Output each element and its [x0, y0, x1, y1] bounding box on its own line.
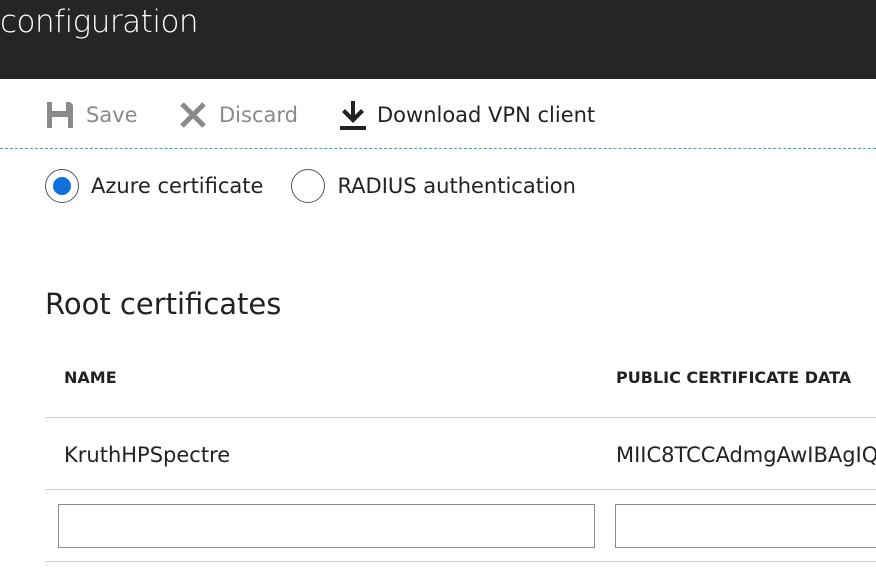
close-icon	[180, 102, 206, 128]
command-bar: Save Discard Download VPN client	[0, 79, 876, 149]
page-title: configuration	[0, 4, 199, 40]
save-button[interactable]: Save	[44, 97, 138, 133]
discard-button[interactable]: Discard	[177, 97, 298, 133]
table-header-divider	[45, 417, 876, 418]
table-cell-name[interactable]: KruthHPSpectre	[64, 443, 230, 467]
download-icon	[340, 101, 366, 130]
radio-label-radius-authentication[interactable]: RADIUS authentication	[337, 174, 576, 198]
table-row-divider	[45, 489, 876, 490]
radio-radius-authentication[interactable]	[291, 169, 326, 203]
radio-label-azure-certificate[interactable]: Azure certificate	[91, 174, 263, 198]
download-vpn-client-button[interactable]: Download VPN client	[337, 97, 595, 133]
new-certificate-data-input[interactable]	[615, 504, 876, 548]
column-header-name: NAME	[64, 368, 117, 387]
radio-selected-dot	[53, 177, 71, 195]
radio-azure-certificate[interactable]	[45, 169, 79, 203]
table-bottom-divider	[45, 561, 876, 562]
blade-header: configuration	[0, 0, 876, 79]
authentication-type-group: Azure certificate RADIUS authentication	[45, 169, 604, 203]
discard-label: Discard	[219, 103, 298, 127]
table-cell-public-certificate-data[interactable]: MIIC8TCCAdmgAwIBAgIQ	[616, 443, 876, 467]
section-title: Root certificates	[45, 287, 282, 321]
table-cell-data-clip: MIIC8TCCAdmgAwIBAgIQ	[616, 436, 876, 476]
download-label: Download VPN client	[377, 103, 596, 127]
scroll-divider	[0, 148, 876, 149]
new-certificate-name-input[interactable]	[58, 504, 595, 548]
save-icon	[47, 102, 73, 128]
column-header-public-certificate-data: PUBLIC CERTIFICATE DATA	[616, 368, 852, 387]
save-label: Save	[86, 103, 138, 127]
